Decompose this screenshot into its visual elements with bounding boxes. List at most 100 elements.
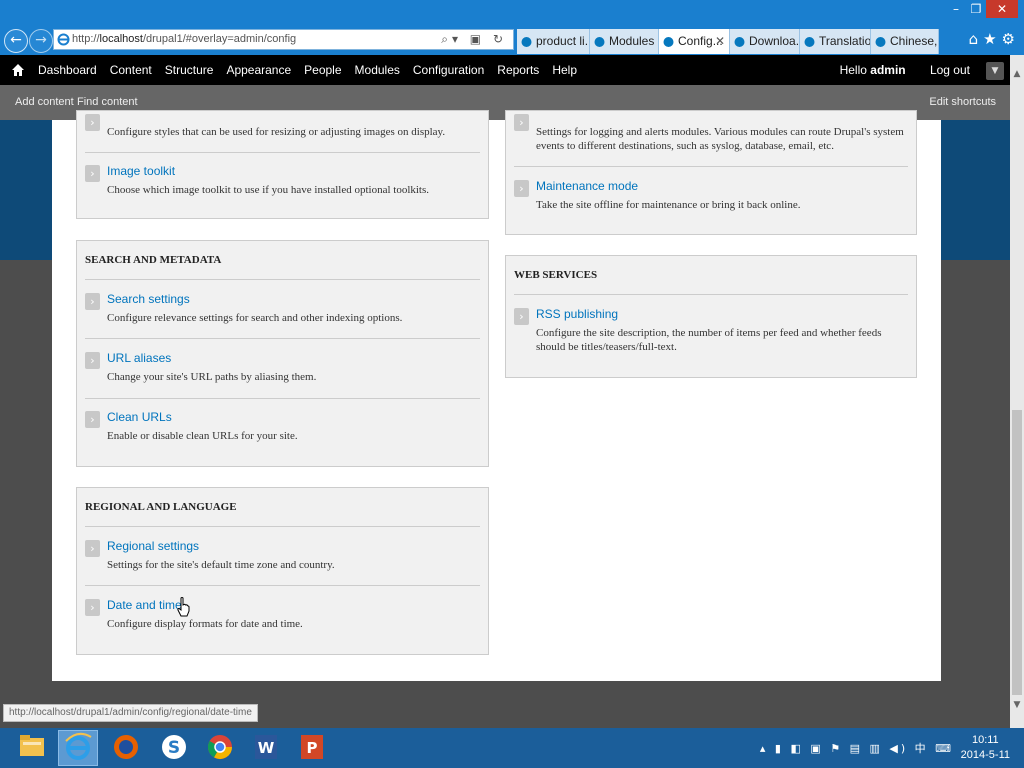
drupal-drop-icon <box>875 37 886 47</box>
browser-tools: ⌂★⚙ <box>969 30 1020 48</box>
regional-language-heading: Regional and language <box>85 501 237 513</box>
maintenance-mode-link[interactable]: Maintenance mode <box>536 179 638 193</box>
tab-chinese[interactable]: Chinese, ... <box>871 29 939 54</box>
drupal-drop-icon <box>663 37 674 47</box>
web-services-panel: Web services › RSS publishing Configure … <box>505 255 917 378</box>
page-scrollbar[interactable]: ▲ ▼ <box>1010 55 1024 728</box>
scroll-down-icon[interactable]: ▼ <box>1012 700 1022 710</box>
hand-pointer-icon <box>177 597 190 617</box>
regional-settings-link[interactable]: Regional settings <box>107 539 199 553</box>
system-tray[interactable]: ▴ ▮ ◧ ▣ ⚑ ▤ ▥ ◀) 中 ⌨ <box>760 740 954 756</box>
chevron-right-icon: › <box>85 114 100 131</box>
skype-icon[interactable]: S <box>154 730 194 766</box>
divider <box>85 585 480 586</box>
home-icon[interactable] <box>11 63 25 77</box>
clean-urls-desc: Enable or disable clean URLs for your si… <box>107 430 298 442</box>
tab-configuration[interactable]: Config... ✕ <box>659 29 730 54</box>
chevron-right-icon: › <box>514 308 529 325</box>
date-time-link[interactable]: Date and time <box>107 598 182 612</box>
rss-publishing-link[interactable]: RSS publishing <box>536 307 618 321</box>
settings-gear-icon[interactable]: ⚙ <box>1002 30 1020 48</box>
chevron-right-icon: › <box>85 293 100 310</box>
word-icon[interactable]: W <box>246 730 286 766</box>
divider <box>85 338 480 339</box>
address-bar[interactable]: http://localhost/drupal1/#overlay=admin/… <box>53 29 514 50</box>
divider <box>85 526 480 527</box>
chevron-right-icon: › <box>514 180 529 197</box>
minimize-icon[interactable]: – <box>946 2 966 16</box>
taskbar-clock[interactable]: 10:11 2014-5-11 <box>961 733 1010 763</box>
search-metadata-panel: Search and metadata › Search settings Co… <box>76 240 489 467</box>
clock-date: 2014-5-11 <box>960 749 1010 761</box>
toolbar-people[interactable]: People <box>304 55 341 85</box>
internet-explorer-icon[interactable] <box>58 730 98 766</box>
window-controls: – ❐ ✕ <box>946 0 1018 18</box>
toolbar-configuration[interactable]: Configuration <box>413 55 484 85</box>
clean-urls-link[interactable]: Clean URLs <box>107 410 172 424</box>
tab-modules[interactable]: Modules ... <box>590 29 659 54</box>
toolbar-modules[interactable]: Modules <box>355 55 400 85</box>
url-aliases-desc: Change your site's URL paths by aliasing… <box>107 371 317 383</box>
url-text[interactable]: http://localhost/drupal1/#overlay=admin/… <box>72 33 296 45</box>
rss-publishing-desc: Configure the site description, the numb… <box>536 327 882 353</box>
toolbar-dashboard[interactable]: Dashboard <box>38 55 97 85</box>
scrollbar-thumb[interactable] <box>1012 410 1022 695</box>
media-panel: › Configure styles that can be used for … <box>76 110 489 219</box>
drupal-drop-icon <box>804 37 815 47</box>
admin-toolbar: Dashboard Content Structure Appearance P… <box>0 55 1010 85</box>
divider <box>85 398 480 399</box>
toolbar-content[interactable]: Content <box>110 55 152 85</box>
firefox-icon[interactable] <box>106 730 146 766</box>
username-link[interactable]: admin <box>870 63 905 77</box>
divider <box>514 294 908 295</box>
search-metadata-heading: Search and metadata <box>85 254 222 266</box>
svg-text:P: P <box>307 739 318 757</box>
drupal-drop-icon <box>594 37 605 47</box>
forward-button[interactable]: → <box>29 29 53 53</box>
divider <box>85 279 480 280</box>
favorites-star-icon[interactable]: ★ <box>983 30 1001 48</box>
clock-time: 10:11 <box>971 734 999 746</box>
back-button[interactable]: ← <box>4 29 28 53</box>
tab-download[interactable]: Downloa... <box>730 29 800 54</box>
close-icon[interactable]: ✕ <box>986 0 1018 18</box>
image-toolkit-link[interactable]: Image toolkit <box>107 164 175 178</box>
chevron-right-icon: › <box>85 599 100 616</box>
tab-product-list[interactable]: product li... <box>517 29 590 54</box>
search-settings-link[interactable]: Search settings <box>107 292 190 306</box>
toolbar-appearance[interactable]: Appearance <box>226 55 291 85</box>
browser-chrome: – ❐ ✕ ← → http://localhost/drupal1/#overla… <box>0 0 1024 55</box>
url-aliases-link[interactable]: URL aliases <box>107 351 171 365</box>
image-styles-desc: Configure styles that can be used for re… <box>107 126 446 138</box>
logout-link[interactable]: Log out <box>930 63 970 77</box>
search-refresh-icons[interactable]: ⌕▾ ▣ ↻ <box>441 32 507 47</box>
divider <box>85 152 480 153</box>
chevron-right-icon: › <box>85 165 100 182</box>
svg-text:W: W <box>258 739 275 757</box>
user-greeting: Hello admin Log out <box>839 63 970 77</box>
image-toolkit-desc: Choose which image toolkit to use if you… <box>107 184 430 196</box>
svg-text:S: S <box>168 738 180 758</box>
add-content-link[interactable]: Add content <box>15 85 74 119</box>
maintenance-mode-desc: Take the site offline for maintenance or… <box>536 199 801 211</box>
development-panel: › Settings for logging and alerts module… <box>505 110 917 235</box>
toolbar-reports[interactable]: Reports <box>497 55 539 85</box>
toolbar-help[interactable]: Help <box>552 55 577 85</box>
web-services-heading: Web services <box>514 269 598 281</box>
date-time-desc: Configure display formats for date and t… <box>107 618 303 630</box>
tab-close-icon[interactable]: ✕ <box>715 29 725 54</box>
scroll-up-icon[interactable]: ▲ <box>1012 69 1022 79</box>
shortcuts-toggle-button[interactable]: ▼ <box>986 62 1004 80</box>
chrome-icon[interactable] <box>200 730 240 766</box>
toolbar-structure[interactable]: Structure <box>165 55 214 85</box>
regional-settings-desc: Settings for the site's default time zon… <box>107 559 335 571</box>
edit-shortcuts-link[interactable]: Edit shortcuts <box>929 85 996 119</box>
file-explorer-icon[interactable] <box>12 730 52 766</box>
search-settings-desc: Configure relevance settings for search … <box>107 312 403 324</box>
restore-icon[interactable]: ❐ <box>966 2 986 16</box>
drupal-drop-icon <box>521 37 532 47</box>
tab-translation[interactable]: Translatio... <box>800 29 871 54</box>
powerpoint-icon[interactable]: P <box>292 730 332 766</box>
chevron-right-icon: › <box>514 114 529 131</box>
home-icon[interactable]: ⌂ <box>969 30 984 48</box>
